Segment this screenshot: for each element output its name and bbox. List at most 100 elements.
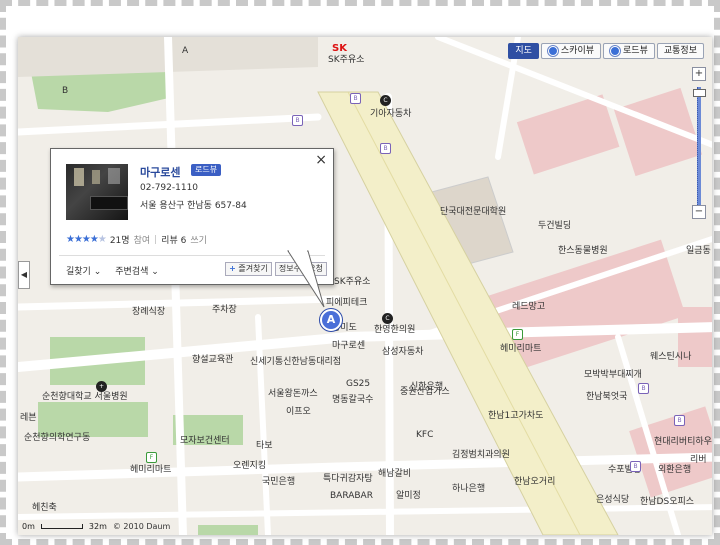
label-kimjeong: 김정범치과의원 (452, 450, 510, 460)
label-tabi: 타보 (256, 441, 273, 451)
car-icon: C (380, 95, 391, 106)
label-samseong: 삼성자동차 (382, 347, 424, 357)
label-sk-station2: SK주유소 (334, 277, 371, 287)
label-juchajang: 주차장 (212, 305, 237, 315)
mart-icon: F (146, 452, 157, 463)
label-sk-brand: SK (332, 43, 347, 54)
zoom-out-button[interactable]: − (692, 205, 706, 219)
label-taekwon: 특다귀감자탕 (323, 474, 373, 484)
reviewer-count: 21명 (109, 236, 130, 246)
label-jungwon: 중원산업가스 (400, 387, 450, 397)
label-almi: 알미정 (396, 491, 421, 501)
hospital-icon: + (96, 381, 107, 392)
map-type-map[interactable]: 지도 (508, 43, 539, 59)
map-type-traffic[interactable]: 교통정보 (656, 43, 704, 59)
mart-icon: F (512, 329, 523, 340)
label-hanabank: 하나은행 (452, 484, 486, 494)
label-mojabo: 모자보건센터 (180, 436, 230, 446)
zoom-slider-thumb[interactable] (693, 89, 706, 97)
label-eunseong: 은성식당 (596, 495, 630, 505)
copyright: © 2010 Daum (112, 522, 171, 531)
plus-icon: + (229, 264, 236, 273)
label-sk-station: SK주유소 (328, 55, 365, 65)
label-dancity: 단국대전문대학원 (440, 207, 507, 217)
label-giasa: 기아자동차 (370, 109, 412, 119)
label-ohnsijing: 오렌지킹 (233, 461, 267, 471)
label-myeongdong: 명동칼국수 (332, 395, 374, 405)
green-block-3 (38, 402, 148, 437)
review-write-link[interactable]: 쓰기 (190, 233, 207, 246)
rating-row: ★★★★★ 21명 참여 | 리뷰 6 쓰기 (66, 233, 207, 246)
bus-stop-icon[interactable]: B (292, 115, 303, 126)
label-ribbon: 레븐 (20, 413, 37, 423)
map-type-skyview[interactable]: 스카이뷰 (540, 43, 602, 59)
chevron-down-icon: ⌄ (151, 267, 159, 277)
label-redmango: 레드망고 (512, 302, 546, 312)
label-changrye: 장례식장 (132, 307, 166, 317)
label-magurosen: 마구로센 (332, 341, 366, 351)
map-type-controls: 지도 스카이뷰 로드뷰 교통정보 (508, 43, 704, 59)
place-marker[interactable]: A (320, 309, 342, 331)
roadview-icon (610, 46, 621, 56)
bus-stop-icon[interactable]: B (674, 415, 685, 426)
nav-find-dropdown[interactable]: 길찾기 ⌄ (66, 264, 101, 277)
label-hannam1: 한남1고가차도 (488, 411, 544, 421)
map-scale: 0m 32m © 2010 Daum (22, 522, 171, 531)
label-ifuk: 이프오 (286, 407, 311, 417)
label-oeun: 외환은행 (658, 465, 692, 475)
map-type-roadview[interactable]: 로드뷰 (603, 43, 655, 59)
label-haenam: 해남갈비 (378, 469, 412, 479)
zoom-in-button[interactable]: + (692, 67, 706, 81)
star-rating: ★★★★★ (66, 234, 107, 245)
photo-frame: SK SK주유소 A B 기아자동차 단국대전문대학원 두건빌딩 한스동물병원 … (0, 0, 720, 545)
label-hannamds: 한남DS오피스 (640, 497, 695, 507)
label-mobakbag: 모박박부대찌개 (584, 370, 642, 380)
zoom-control: + − (692, 67, 706, 219)
label-area-a: A (182, 46, 189, 56)
scale-bar (40, 524, 83, 529)
label-hanyoung: 한영한의원 (374, 325, 416, 335)
label-kookmin: 국민은행 (262, 477, 296, 487)
info-footer: 길찾기 ⌄ 주변검색 ⌄ (66, 264, 159, 277)
place-name[interactable]: 마구로센 (140, 164, 180, 180)
divider (59, 255, 325, 256)
label-wellstina: 웨스틴시나 (650, 352, 692, 362)
roadview-button[interactable]: 로드뷰 (191, 164, 222, 176)
label-seoulwang: 서울왕돈까스 (268, 389, 318, 399)
label-hannamoh: 한남오거리 (514, 477, 556, 487)
edit-request-button[interactable]: 정보수정요청 (274, 262, 327, 276)
label-riber: 리버 (690, 455, 707, 465)
label-suncheon2: 순천향의학연구동 (24, 433, 91, 443)
label-dugeon: 두건빌딩 (538, 221, 572, 231)
label-suncheon: 순천향대학교 서울병원 (42, 392, 128, 402)
place-photo[interactable] (66, 164, 128, 220)
label-area-b: B (62, 86, 69, 96)
map-canvas[interactable]: SK SK주유소 A B 기아자동차 단국대전문대학원 두건빌딩 한스동물병원 … (18, 37, 712, 535)
favorite-button[interactable]: + 즐겨찾기 (225, 262, 272, 276)
place-address: 서울 용산구 한남동 657-84 (140, 201, 247, 211)
label-haechu: 헤친축 (32, 503, 57, 513)
rate-link[interactable]: 참여 (134, 233, 151, 246)
review-count: 리뷰 6 (161, 236, 187, 246)
label-ipi: 피에피테크 (326, 298, 368, 308)
label-kfc: KFC (416, 430, 434, 440)
skyview-icon (547, 46, 558, 56)
label-hemirimart1: 헤미리마트 (500, 344, 542, 354)
bus-stop-icon[interactable]: B (630, 461, 641, 472)
zoom-slider-track[interactable] (697, 87, 701, 205)
place-info-window: × 마구로센 로드뷰 02-792-1110 서울 용산구 한남동 657-84… (50, 148, 334, 285)
label-hannambook: 한남북엇국 (586, 392, 628, 402)
close-icon[interactable]: × (315, 153, 327, 167)
car-icon: C (382, 313, 393, 324)
bus-stop-icon[interactable]: B (638, 383, 649, 394)
label-hemirimart2: 헤미리마트 (130, 465, 172, 475)
label-barabar: BARABAR (330, 491, 373, 501)
label-hyundai: 현대리버티하우 (654, 437, 712, 447)
nearby-search-dropdown[interactable]: 주변검색 ⌄ (115, 264, 159, 277)
bus-stop-icon[interactable]: B (350, 93, 361, 104)
collapse-panel-button[interactable]: ◀ (18, 261, 30, 289)
label-singyem: 신세기통신한남동대리점 (250, 357, 342, 367)
label-hanso: 한스동물병원 (558, 246, 608, 256)
label-ilgeum: 일금동 (686, 246, 711, 256)
bus-stop-icon[interactable]: B (380, 143, 391, 154)
